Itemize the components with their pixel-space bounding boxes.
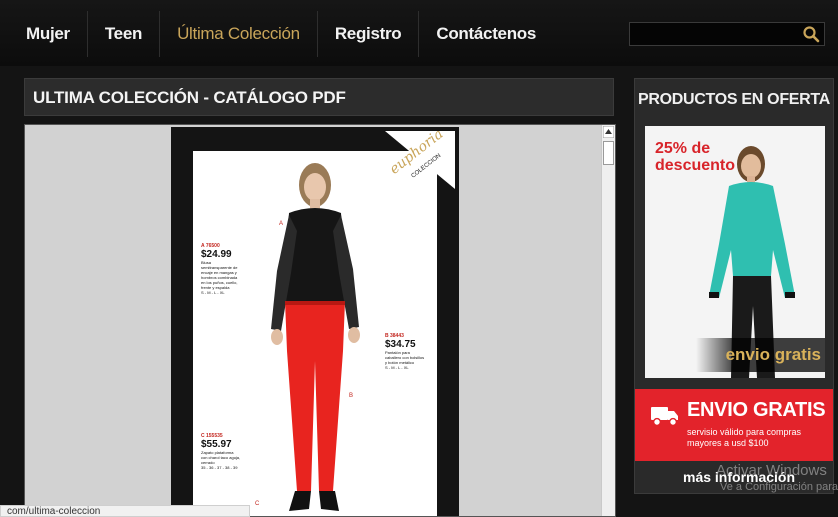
promo-banner[interactable]: 25% de descuento envio gratis (645, 126, 825, 378)
pdf-page: A 76500 $24.99 Blusa semitransparente de… (171, 127, 459, 516)
promo-free-shipping-label: envio gratis (695, 338, 825, 372)
nav-item-registro[interactable]: Registro (318, 11, 420, 57)
search-box (629, 22, 825, 46)
search-icon[interactable] (802, 25, 820, 43)
offers-sidebar: PRODUCTOS EN OFERTA 25% de descuento env… (634, 78, 834, 494)
free-shipping-title: ENVIO GRATIS (687, 399, 826, 421)
nav-item-contactenos[interactable]: Contáctenos (419, 11, 553, 57)
status-url: com/ultima-coleccion (0, 505, 250, 517)
catalog-header: ULTIMA COLECCIÓN - CATÁLOGO PDF (24, 78, 614, 116)
product-desc-a: A 76500 $24.99 Blusa semitransparente de… (201, 243, 238, 295)
euphoria-brand-logo: euphoria COLECCION (385, 131, 455, 189)
product-desc-c: C 155535 $55.97 Zapato plataforma con ch… (201, 433, 241, 470)
nav-item-teen[interactable]: Teen (88, 11, 161, 57)
nav-item-mujer[interactable]: Mujer (14, 11, 88, 57)
marker-b: B (349, 393, 354, 399)
marker-c: C (255, 501, 260, 507)
top-navigation-bar: Mujer Teen Última Colección Registro Con… (0, 0, 838, 66)
discount-text: 25% de descuento (655, 140, 736, 174)
main-nav: Mujer Teen Última Colección Registro Con… (14, 11, 553, 57)
viewer-scrollbar[interactable] (601, 125, 615, 516)
scroll-up-arrow-icon[interactable] (603, 126, 614, 138)
search-input[interactable] (630, 23, 798, 45)
truck-icon (651, 407, 678, 427)
catalog-photo: A 76500 $24.99 Blusa semitransparente de… (193, 151, 437, 516)
marker-a: A (279, 221, 284, 227)
sidebar-title: PRODUCTOS EN OFERTA (638, 91, 830, 108)
page-title: ULTIMA COLECCIÓN - CATÁLOGO PDF (33, 88, 346, 107)
nav-item-ultima-coleccion[interactable]: Última Colección (160, 11, 318, 57)
free-shipping-text: servisio válido para compras mayores a u… (687, 427, 802, 448)
pdf-viewer[interactable]: A 76500 $24.99 Blusa semitransparente de… (24, 124, 616, 517)
free-shipping-box[interactable]: ENVIO GRATIS servisio válido para compra… (635, 389, 833, 461)
product-desc-b: B 38443 $34.75 Pantalón para caballero c… (385, 333, 425, 370)
windows-activation-watermark: Activar Windows Ve a Configuración para (716, 462, 838, 493)
scroll-thumb[interactable] (603, 141, 614, 165)
